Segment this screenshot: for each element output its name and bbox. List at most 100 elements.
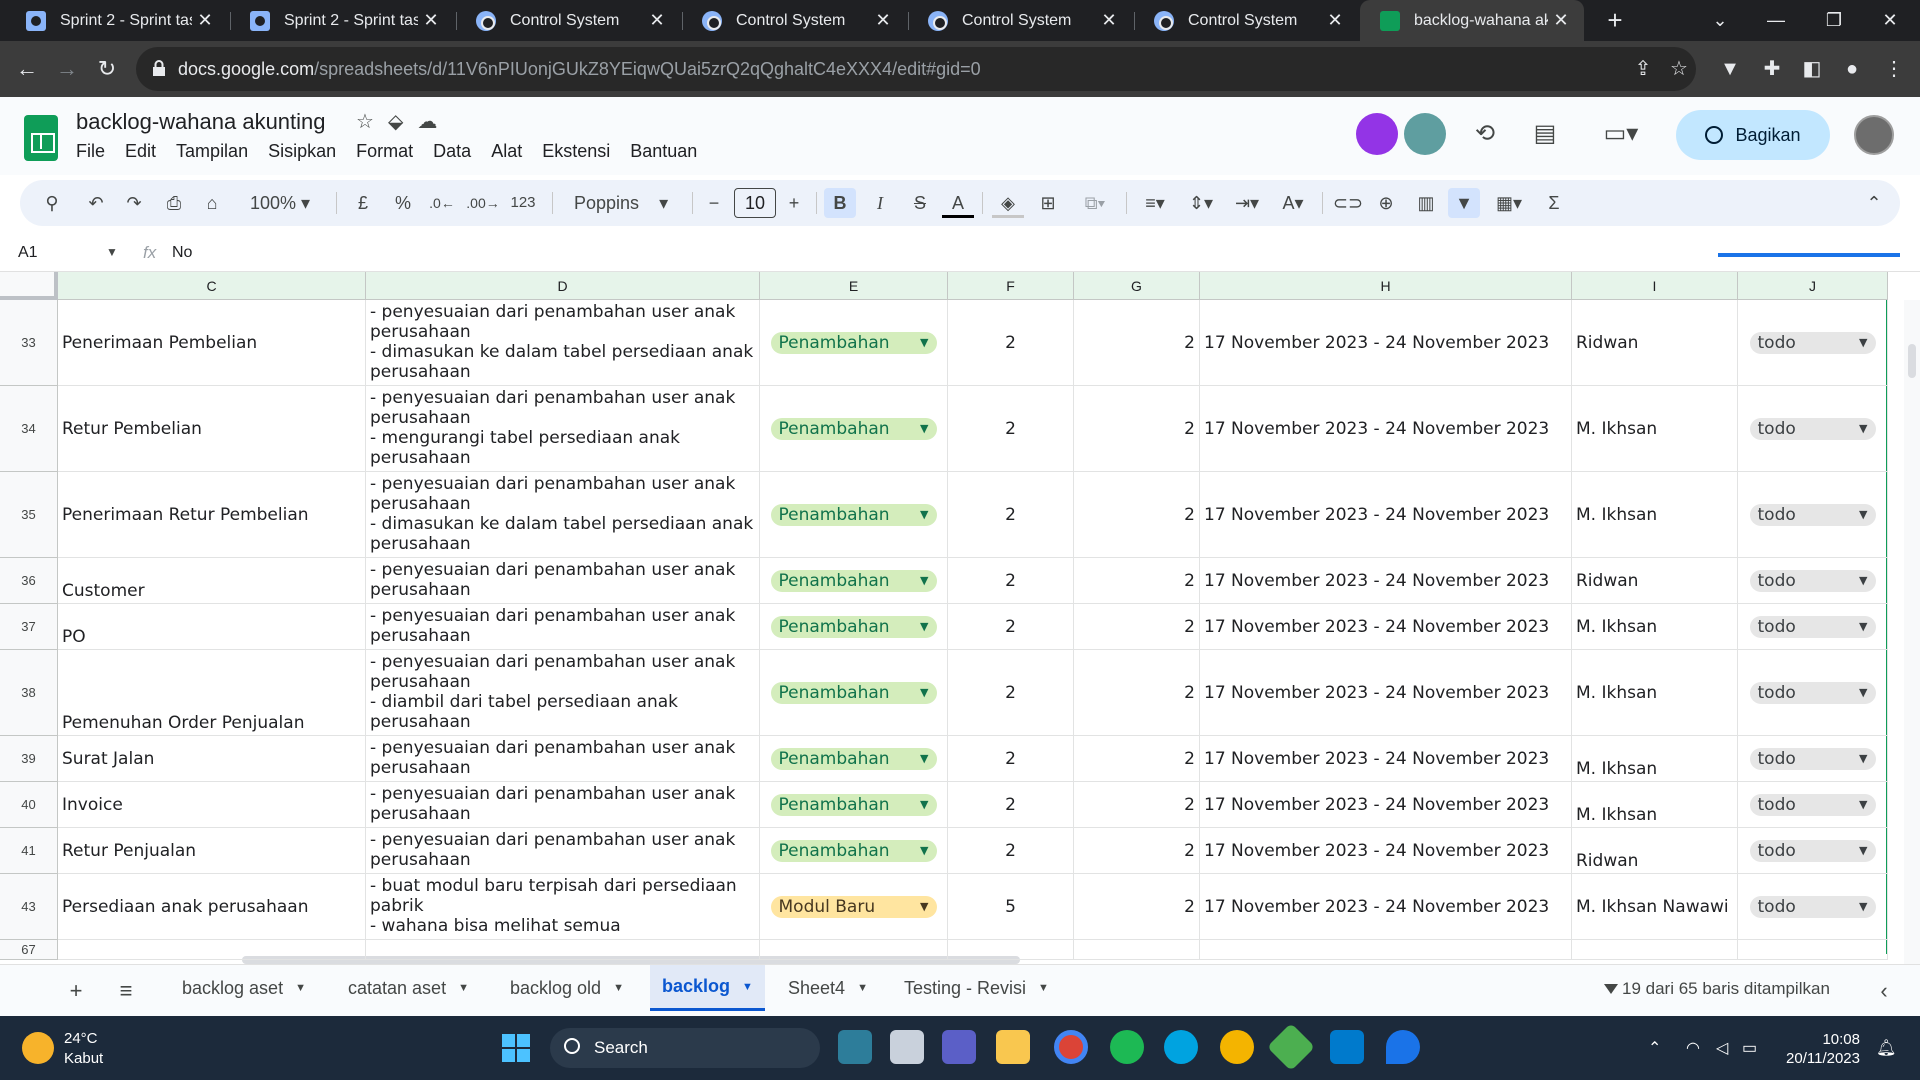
sheet-tab[interactable]: backlog aset ▼ [170, 965, 318, 1011]
cell-h-38[interactable]: 17 November 2023 - 24 November 2023 [1200, 650, 1572, 736]
sheets-logo[interactable] [24, 115, 58, 161]
category-dropdown-chip[interactable]: Penambahan ▼ [770, 503, 937, 526]
sheet-tab[interactable]: Testing - Revisi ▼ [892, 965, 1061, 1011]
decrease-decimal-icon[interactable]: .0← [426, 188, 458, 218]
cell-i-37[interactable]: M. Ikhsan [1572, 604, 1738, 650]
cell-g-43[interactable]: 2 [1074, 874, 1200, 940]
category-dropdown-chip[interactable]: Penambahan ▼ [770, 793, 937, 816]
close-window-button[interactable]: ✕ [1860, 0, 1920, 41]
app-icon-3[interactable] [1266, 1022, 1316, 1072]
browser-tab[interactable]: Sprint 2 - Sprint task ✕ [6, 0, 228, 41]
cell-h-33[interactable]: 17 November 2023 - 24 November 2023 [1200, 300, 1572, 386]
cell-g-37[interactable]: 2 [1074, 604, 1200, 650]
cell-i-38[interactable]: M. Ikhsan [1572, 650, 1738, 736]
row-header[interactable]: 67 [0, 940, 58, 960]
menu-edit[interactable]: Edit [115, 141, 166, 162]
select-all-corner[interactable] [0, 272, 58, 300]
browser-tab[interactable]: Control System ✕ [456, 0, 680, 41]
side-panel-toggle-icon[interactable]: ‹ [1870, 977, 1898, 1005]
column-header-c[interactable]: C [58, 272, 366, 300]
cell-f-36[interactable]: 2 [948, 558, 1074, 604]
text-wrapping-icon[interactable]: ⇥▾ [1226, 188, 1268, 218]
start-button[interactable] [502, 1034, 530, 1062]
cell-g-67[interactable] [1074, 940, 1200, 960]
teams-icon[interactable] [942, 1030, 976, 1064]
taskbar-search[interactable]: Search [550, 1028, 820, 1068]
clock[interactable]: 10:08 20/11/2023 [1760, 1030, 1860, 1068]
browser-tab[interactable]: Control System ✕ [908, 0, 1132, 41]
cell-g-38[interactable]: 2 [1074, 650, 1200, 736]
column-header-f[interactable]: F [948, 272, 1074, 300]
cell-e-39[interactable]: Penambahan ▼ [760, 736, 948, 782]
filter-views-icon[interactable]: ▦▾ [1486, 188, 1532, 218]
font-size-input[interactable]: 10 [734, 188, 776, 218]
menu-data[interactable]: Data [423, 141, 481, 162]
cell-g-36[interactable]: 2 [1074, 558, 1200, 604]
close-tab-icon[interactable]: ✕ [1548, 10, 1574, 31]
cell-i-33[interactable]: Ridwan [1572, 300, 1738, 386]
browser-tab-active[interactable]: backlog-wahana aku ✕ [1360, 0, 1584, 41]
formula-input[interactable]: No [172, 244, 192, 262]
app-icon-2[interactable] [1220, 1030, 1254, 1064]
status-dropdown-chip[interactable]: todo ▼ [1749, 747, 1876, 770]
cell-d-43[interactable]: - buat modul baru terpisah dari persedia… [366, 874, 760, 940]
category-dropdown-chip[interactable]: Penambahan ▼ [770, 615, 937, 638]
move-folder-icon[interactable]: ⬙ [388, 109, 403, 134]
cell-h-39[interactable]: 17 November 2023 - 24 November 2023 [1200, 736, 1572, 782]
close-tab-icon[interactable]: ✕ [192, 10, 218, 31]
cell-i-35[interactable]: M. Ikhsan [1572, 472, 1738, 558]
sheet-tab[interactable]: catatan aset ▼ [336, 965, 481, 1011]
cell-d-39[interactable]: - penyesuaian dari penambahan user anak … [366, 736, 760, 782]
menu-help[interactable]: Bantuan [620, 141, 707, 162]
cell-i-41[interactable]: Ridwan [1572, 828, 1738, 874]
bookmark-star-icon[interactable]: ☆ [1666, 56, 1692, 82]
cell-d-33[interactable]: - penyesuaian dari penambahan user anak … [366, 300, 760, 386]
cell-e-35[interactable]: Penambahan ▼ [760, 472, 948, 558]
sheet-tab[interactable]: backlog old ▼ [498, 965, 636, 1011]
cell-g-33[interactable]: 2 [1074, 300, 1200, 386]
cell-c-38[interactable]: Pemenuhan Order Penjualan [58, 650, 366, 736]
meet-icon[interactable]: ▭▾ [1596, 117, 1646, 151]
cell-d-34[interactable]: - penyesuaian dari penambahan user anak … [366, 386, 760, 472]
extensions-puzzle-icon[interactable]: ✚ [1756, 53, 1788, 85]
column-header-i[interactable]: I [1572, 272, 1738, 300]
functions-icon[interactable]: Σ [1538, 188, 1570, 218]
sheet-tab-active[interactable]: backlog ▼ [650, 965, 765, 1011]
filter-icon[interactable]: ▼ [1448, 188, 1480, 218]
chrome-icon[interactable] [1054, 1030, 1088, 1064]
browser-tab[interactable]: Control System ✕ [682, 0, 906, 41]
cell-j-40[interactable]: todo ▼ [1738, 782, 1888, 828]
print-icon[interactable]: ⎙ [160, 188, 188, 218]
side-panel-icon[interactable]: ◧ [1796, 53, 1828, 85]
row-header[interactable]: 41 [0, 828, 58, 874]
cell-f-38[interactable]: 2 [948, 650, 1074, 736]
fill-color-icon[interactable]: ◈ [992, 188, 1024, 218]
edge-icon[interactable] [1164, 1030, 1198, 1064]
redo-icon[interactable]: ↷ [120, 188, 148, 218]
restore-button[interactable]: ❐ [1804, 0, 1864, 41]
cell-f-34[interactable]: 2 [948, 386, 1074, 472]
cell-f-40[interactable]: 2 [948, 782, 1074, 828]
menu-tools[interactable]: Alat [481, 141, 532, 162]
row-header[interactable]: 36 [0, 558, 58, 604]
cell-e-67[interactable] [760, 940, 948, 960]
status-dropdown-chip[interactable]: todo ▼ [1749, 331, 1876, 354]
cell-h-34[interactable]: 17 November 2023 - 24 November 2023 [1200, 386, 1572, 472]
category-dropdown-chip[interactable]: Modul Baru ▼ [770, 895, 937, 918]
cell-d-37[interactable]: - penyesuaian dari penambahan user anak … [366, 604, 760, 650]
cell-c-43[interactable]: Persediaan anak perusahaan [58, 874, 366, 940]
cell-f-33[interactable]: 2 [948, 300, 1074, 386]
cell-i-34[interactable]: M. Ikhsan [1572, 386, 1738, 472]
cell-g-35[interactable]: 2 [1074, 472, 1200, 558]
cell-c-40[interactable]: Invoice [58, 782, 366, 828]
italic-icon[interactable]: I [864, 188, 896, 218]
notification-bell-icon[interactable]: 🔔︎ [1876, 1038, 1896, 1058]
category-dropdown-chip[interactable]: Penambahan ▼ [770, 681, 937, 704]
row-header[interactable]: 37 [0, 604, 58, 650]
share-button[interactable]: Bagikan [1676, 110, 1830, 160]
name-box-dropdown-icon[interactable]: ▼ [106, 245, 118, 259]
document-title[interactable]: backlog-wahana akunting [76, 109, 326, 135]
spotify-icon[interactable] [1110, 1030, 1144, 1064]
zoom-select[interactable]: 100% ▾ [240, 188, 320, 218]
row-header[interactable]: 38 [0, 650, 58, 736]
